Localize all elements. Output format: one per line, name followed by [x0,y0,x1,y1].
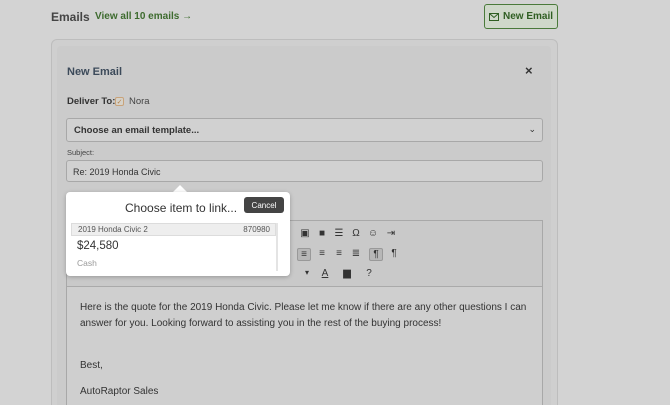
cancel-button[interactable]: Cancel [244,197,284,213]
chevron-down-icon: ⌄ [528,124,536,134]
subject-label: Subject: [67,148,95,157]
new-email-button[interactable]: New Email [484,4,558,29]
emails-header: Emails View all 10 emails → New Email [0,0,670,36]
emoji-icon[interactable]: ☺ [366,228,380,239]
align-left-icon[interactable]: ≡ [297,248,311,261]
rtl-icon[interactable]: ¶ [387,248,401,259]
deliver-to-label: Deliver To: [67,96,116,107]
item-name: 2019 Honda Civic 2 [78,225,148,234]
email-template-select[interactable]: Choose an email template... ⌄ [66,118,543,142]
popover-scrollbar[interactable] [276,223,278,271]
chevron-down-icon[interactable]: ▾ [300,268,314,277]
indent-icon[interactable]: ⇥ [384,228,398,239]
body-line: Here is the quote for the 2019 Honda Civ… [80,302,527,313]
new-email-label: New Email [502,11,554,22]
body-line: AutoRaptor Sales [80,386,159,397]
align-justify-icon[interactable]: ≣ [349,248,363,259]
body-line: answer for you. Looking forward to assis… [80,318,442,329]
omega-icon[interactable]: Ω [349,228,363,239]
background-color-icon[interactable]: ▆ [340,268,354,279]
close-icon[interactable]: × [525,63,533,78]
horizontal-rule-icon[interactable]: ☰ [332,228,346,239]
popover-title: Choose item to link... [125,201,238,215]
envelope-icon [488,12,499,21]
item-number: 870980 [243,225,270,234]
item-price: $24,580 [77,240,119,252]
align-center-icon[interactable]: ≡ [315,248,329,259]
template-placeholder: Choose an email template... [74,125,200,136]
align-right-icon[interactable]: ≡ [332,248,346,259]
font-color-icon[interactable]: A [318,268,332,279]
deliver-to-name: Nora [129,96,150,107]
view-all-emails-link[interactable]: View all 10 emails → [95,11,192,22]
list-item[interactable]: 2019 Honda Civic 2 870980 [71,223,276,236]
video-icon[interactable]: ■ [315,228,329,239]
ltr-icon[interactable]: ¶ [369,248,383,261]
body-spacer [80,332,530,358]
help-icon[interactable]: ? [362,268,376,279]
page-title: Emails [51,10,90,24]
email-body-text[interactable]: Here is the quote for the 2019 Honda Civ… [80,300,530,400]
body-line: Best, [80,360,103,371]
subject-input[interactable]: Re: 2019 Honda Civic [66,160,543,182]
image-icon[interactable]: ▣ [298,228,312,239]
item-type: Cash [77,258,97,268]
deliver-to-checkbox[interactable]: ✓ [115,97,124,106]
form-title: New Email [67,66,123,78]
body-spacer [80,374,530,384]
